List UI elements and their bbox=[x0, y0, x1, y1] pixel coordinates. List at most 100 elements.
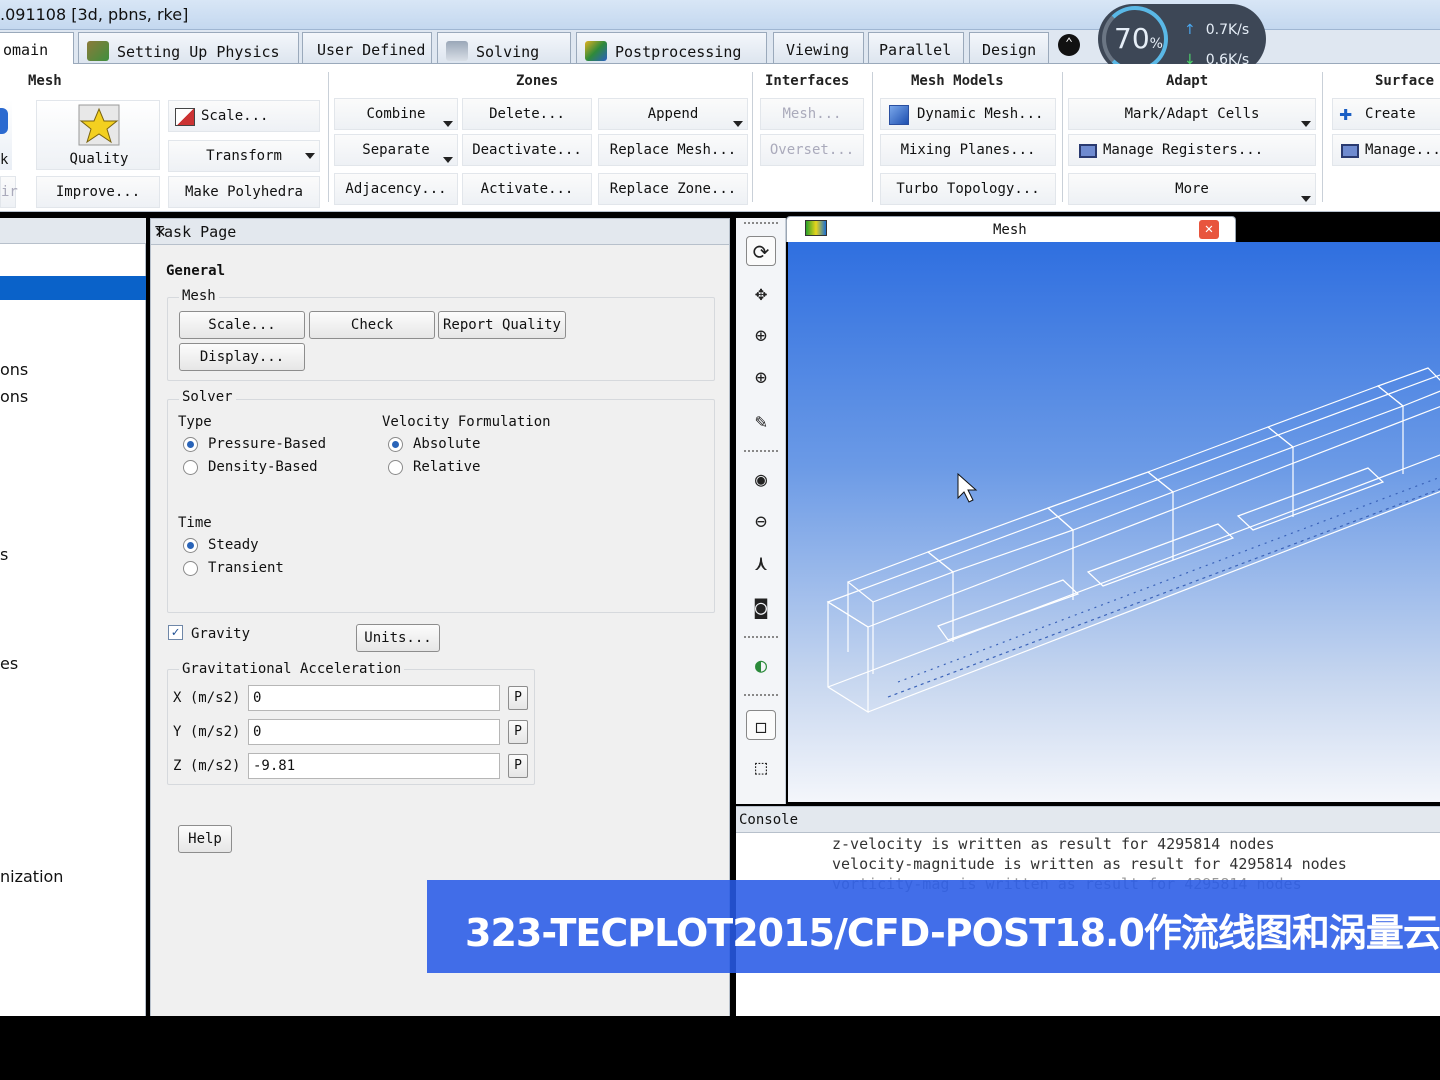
toolbar-divider bbox=[744, 694, 778, 696]
scale-ribbon-button[interactable]: Scale... bbox=[168, 100, 320, 132]
outline-item[interactable]: ons bbox=[0, 387, 28, 406]
transform-button[interactable]: Transform bbox=[168, 140, 320, 172]
view-cube-icon[interactable]: ⬚ bbox=[746, 752, 776, 782]
report-quality-button[interactable]: Report Quality bbox=[438, 311, 566, 339]
close-icon[interactable]: ✕ bbox=[155, 221, 723, 242]
pan-icon[interactable]: ✥ bbox=[746, 278, 776, 308]
x-accel-value: 0 bbox=[253, 690, 262, 706]
activate-button[interactable]: Activate... bbox=[462, 173, 592, 205]
camera-icon[interactable]: ◙ bbox=[746, 592, 776, 622]
fit-to-window-icon[interactable]: ◉ bbox=[746, 464, 776, 494]
ribbon-divider bbox=[752, 72, 753, 202]
z-accel-input[interactable]: -9.81 bbox=[248, 753, 500, 779]
contour-window-icon bbox=[805, 220, 827, 236]
quality-button[interactable]: Quality bbox=[36, 100, 160, 170]
help-label: Help bbox=[188, 831, 222, 847]
make-polyhedra-button[interactable]: Make Polyhedra bbox=[168, 176, 320, 208]
absolute-radio[interactable] bbox=[388, 437, 403, 452]
ribbon-divider bbox=[872, 72, 873, 202]
tab-solving-label: Solving bbox=[476, 43, 540, 61]
graphics-viewport[interactable] bbox=[788, 242, 1440, 802]
probe-icon[interactable]: ✎ bbox=[746, 406, 776, 436]
mixing-planes-label: Mixing Planes... bbox=[900, 142, 1036, 158]
turbo-topology-button[interactable]: Turbo Topology... bbox=[880, 173, 1056, 205]
transient-radio[interactable] bbox=[183, 561, 198, 576]
z-accel-label: Z (m/s2) bbox=[173, 758, 241, 774]
gravity-label: Gravity bbox=[191, 626, 251, 642]
interfaces-mesh-button[interactable]: Mesh... bbox=[760, 98, 864, 130]
isometric-view-icon[interactable]: ◻ bbox=[746, 710, 776, 740]
outline-item[interactable]: nization bbox=[0, 867, 63, 886]
mesh-graphics-tab[interactable]: Mesh ✕ bbox=[786, 216, 1236, 242]
outline-item[interactable]: s bbox=[0, 545, 8, 564]
group-title-adapt: Adapt bbox=[1166, 73, 1209, 89]
close-tab-icon[interactable]: ✕ bbox=[1199, 220, 1219, 239]
collapse-ribbon-icon[interactable]: ⌃ bbox=[1058, 34, 1080, 56]
improve-button[interactable]: Improve... bbox=[36, 176, 160, 208]
ribbon-divider bbox=[328, 72, 329, 202]
velocity-formulation-label: Velocity Formulation bbox=[382, 414, 551, 430]
overset-button[interactable]: Overset... bbox=[760, 134, 864, 166]
dynamic-mesh-button[interactable]: Dynamic Mesh... bbox=[880, 98, 1056, 130]
surface-manage-button[interactable]: Manage... bbox=[1332, 134, 1440, 166]
tab-parallel[interactable]: Parallel bbox=[868, 32, 964, 63]
manage-registers-button[interactable]: Manage Registers... bbox=[1068, 134, 1316, 166]
mixing-planes-button[interactable]: Mixing Planes... bbox=[880, 134, 1056, 166]
tab-viewing[interactable]: Viewing bbox=[773, 32, 864, 63]
tab-viewing-label: Viewing bbox=[786, 41, 850, 59]
z-param-button[interactable]: P bbox=[508, 754, 528, 778]
mesh-scale-button[interactable]: Scale... bbox=[179, 311, 305, 339]
y-accel-input[interactable]: 0 bbox=[248, 719, 500, 745]
outline-selected-item[interactable] bbox=[0, 276, 146, 300]
outline-item[interactable]: ons bbox=[0, 360, 28, 379]
adjacency-button[interactable]: Adjacency... bbox=[334, 173, 458, 205]
toolbar-divider bbox=[744, 222, 778, 224]
steady-radio[interactable] bbox=[183, 538, 198, 553]
x-param-button[interactable]: P bbox=[508, 686, 528, 710]
replace-zone-button[interactable]: Replace Zone... bbox=[598, 173, 748, 205]
density-based-radio[interactable] bbox=[183, 460, 198, 475]
check-button[interactable]: Check bbox=[309, 311, 435, 339]
adapt-more-button[interactable]: More bbox=[1068, 173, 1316, 205]
solving-icon bbox=[446, 41, 468, 61]
help-button[interactable]: Help bbox=[178, 825, 232, 853]
zoom-out-icon[interactable]: ⊖ bbox=[746, 506, 776, 536]
view-options-icon[interactable]: ◐ bbox=[746, 650, 776, 680]
units-button[interactable]: Units... bbox=[356, 624, 440, 652]
zoom-in-icon[interactable]: ⊕ bbox=[746, 362, 776, 392]
append-button[interactable]: Append bbox=[598, 98, 748, 130]
append-label: Append bbox=[647, 106, 699, 122]
delete-label: Delete... bbox=[489, 106, 565, 122]
outline-item[interactable]: es bbox=[0, 654, 18, 673]
tab-user-defined[interactable]: User Defined bbox=[302, 32, 432, 63]
mesh-partial-button[interactable]: k bbox=[0, 100, 12, 170]
tab-postprocessing[interactable]: Postprocessing bbox=[576, 32, 767, 63]
replace-mesh-button[interactable]: Replace Mesh... bbox=[598, 134, 748, 166]
x-accel-input[interactable]: 0 bbox=[248, 685, 500, 711]
tab-setting-up-physics[interactable]: Setting Up Physics bbox=[78, 32, 299, 63]
surface-create-button[interactable]: ✚ Create bbox=[1332, 98, 1440, 130]
tab-solving[interactable]: Solving bbox=[437, 32, 571, 63]
rotate-icon[interactable]: ⟳ bbox=[746, 236, 776, 266]
deactivate-button[interactable]: Deactivate... bbox=[462, 134, 592, 166]
combine-button[interactable]: Combine bbox=[334, 98, 458, 130]
deactivate-label: Deactivate... bbox=[472, 142, 582, 158]
ribbon-divider bbox=[1322, 72, 1323, 202]
zoom-icon[interactable]: ⊕ bbox=[746, 320, 776, 350]
gravity-checkbox[interactable]: ✓ bbox=[168, 625, 183, 640]
solver-group-frame bbox=[167, 399, 715, 613]
delete-button[interactable]: Delete... bbox=[462, 98, 592, 130]
separate-button[interactable]: Separate bbox=[334, 134, 458, 166]
pressure-based-radio[interactable] bbox=[183, 437, 198, 452]
units-label: Units... bbox=[364, 630, 432, 646]
outline-header bbox=[0, 218, 146, 244]
tab-domain[interactable]: omain bbox=[0, 32, 74, 65]
display-button[interactable]: Display... bbox=[179, 343, 305, 371]
y-param-button[interactable]: P bbox=[508, 720, 528, 744]
mark-adapt-cells-button[interactable]: Mark/Adapt Cells bbox=[1068, 98, 1316, 130]
relative-radio[interactable] bbox=[388, 460, 403, 475]
tab-design[interactable]: Design bbox=[969, 32, 1049, 63]
quality-label: Quality bbox=[69, 151, 129, 167]
dynamic-mesh-icon bbox=[889, 105, 909, 125]
axes-icon[interactable]: ⋏ bbox=[746, 548, 776, 578]
